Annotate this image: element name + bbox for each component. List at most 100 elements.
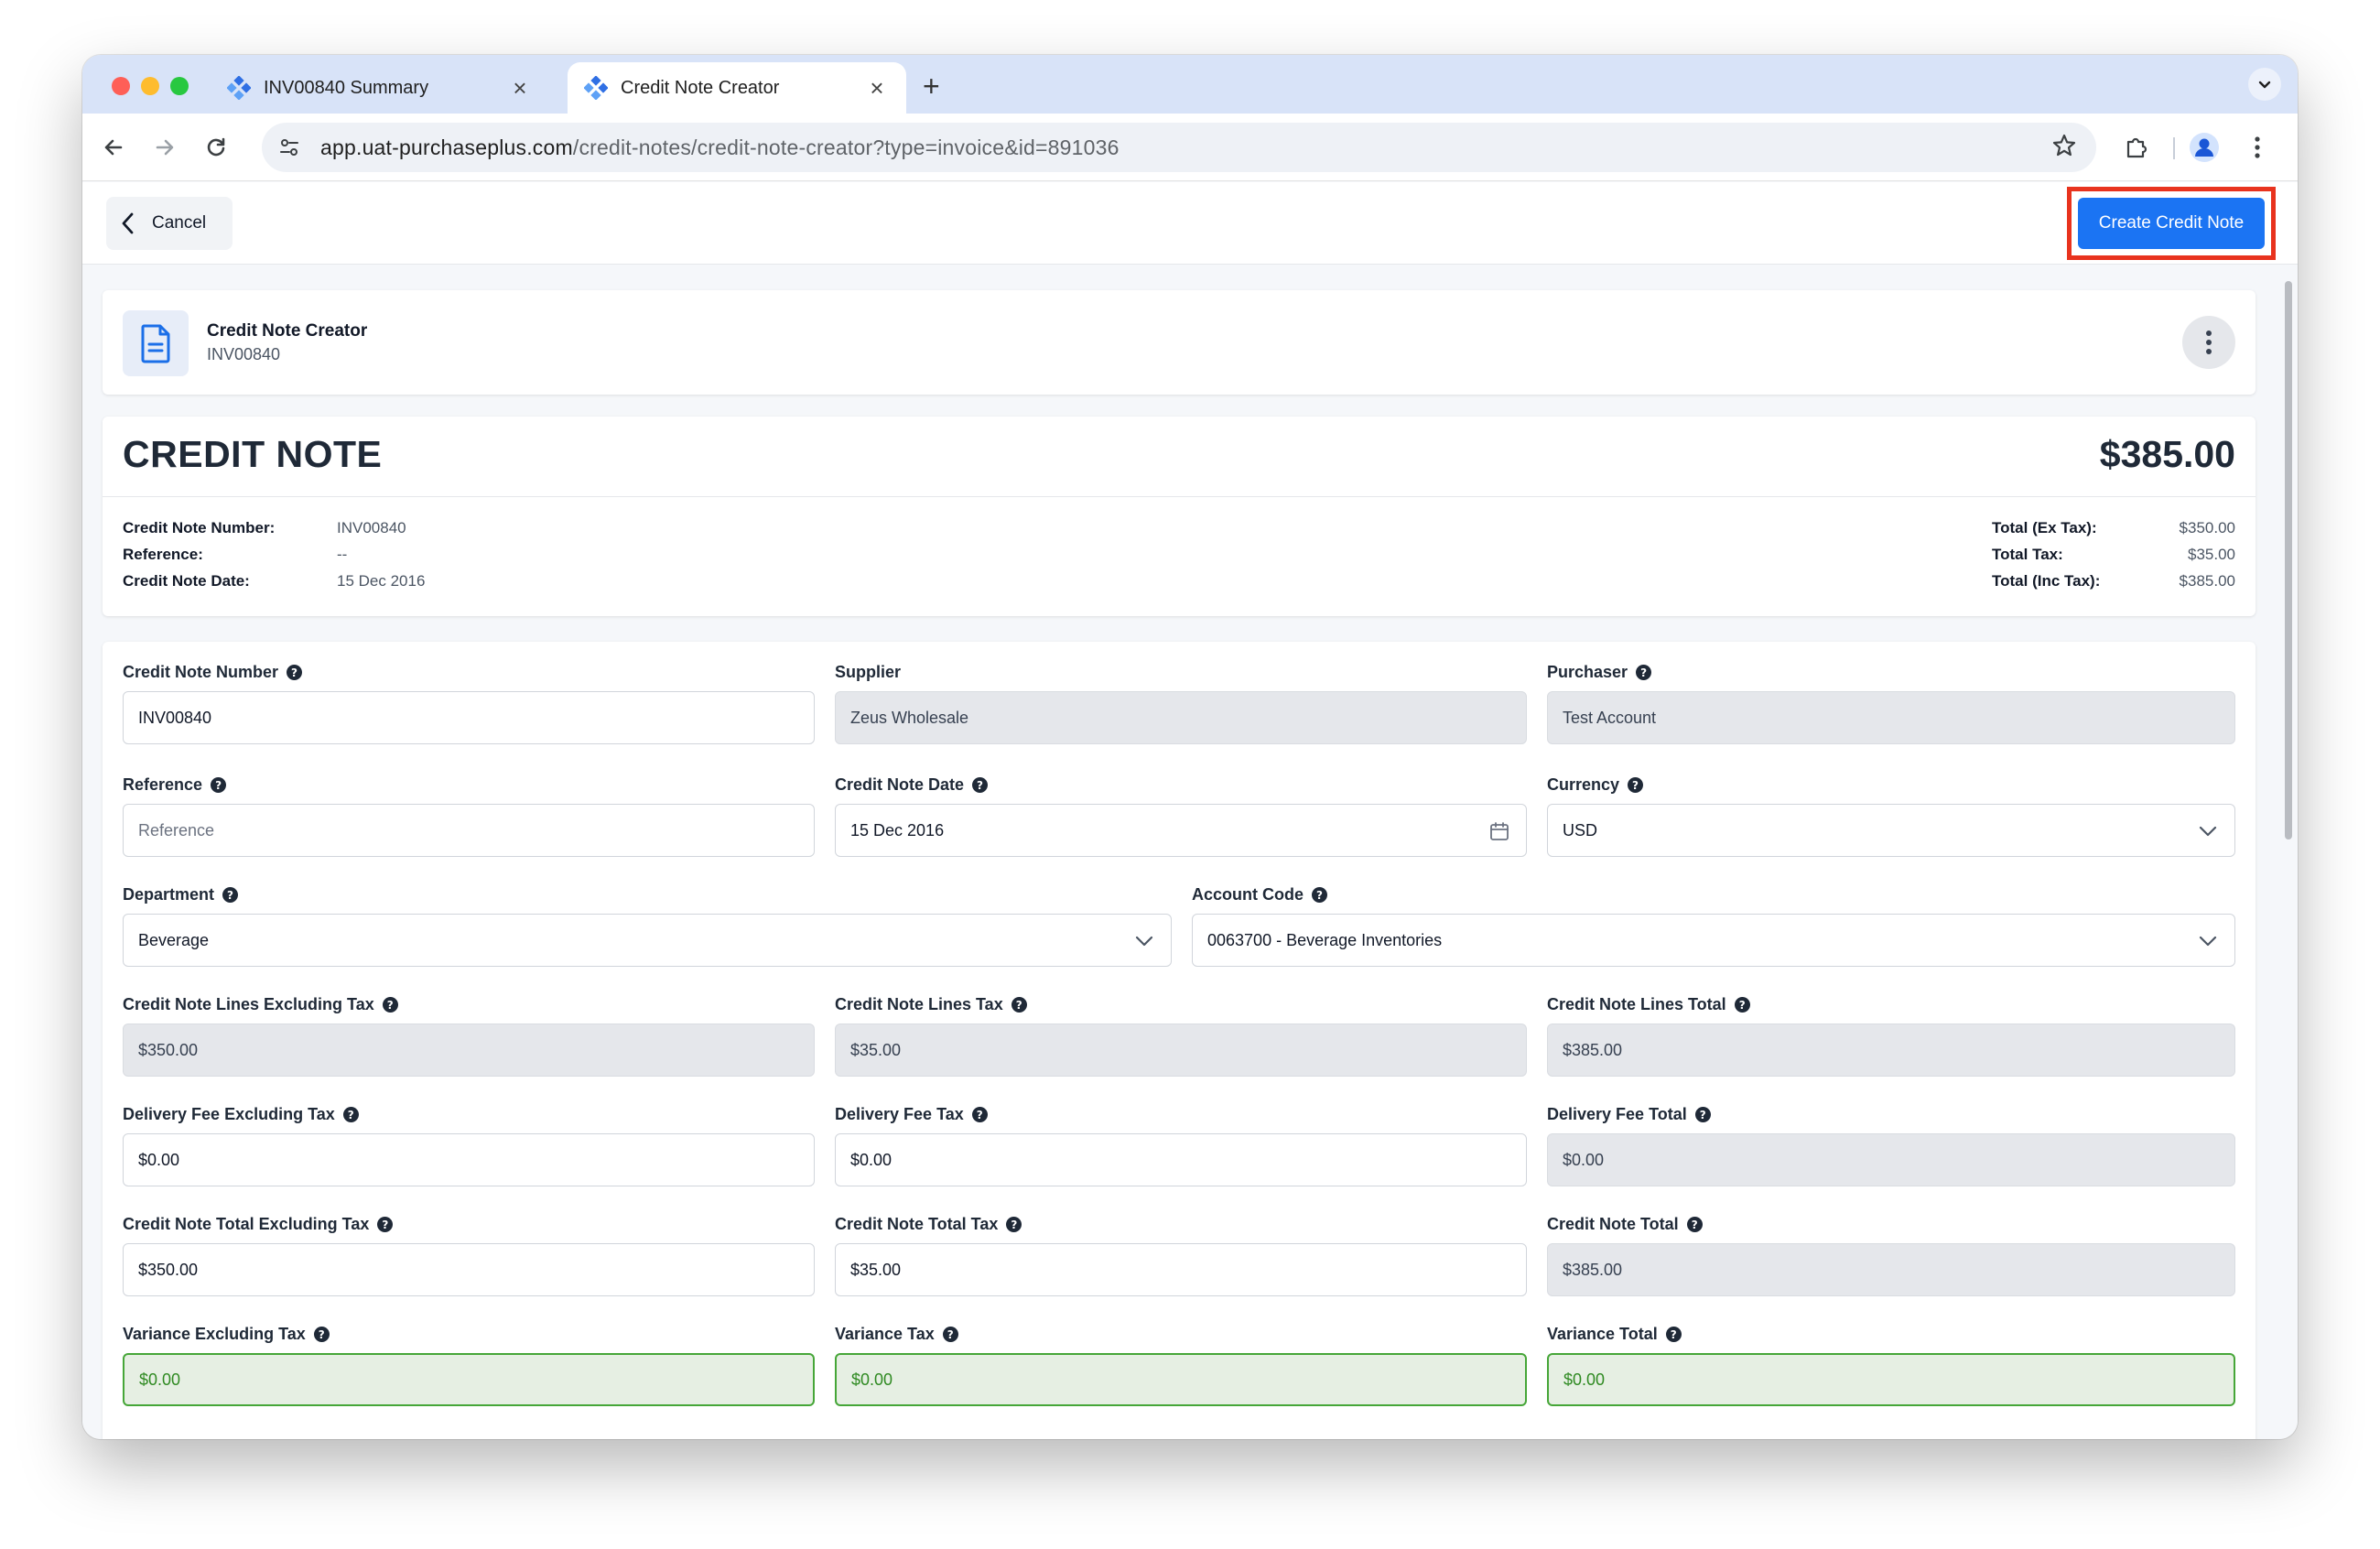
creator-header-card: Credit Note Creator INV00840 bbox=[103, 290, 2256, 395]
label-text: Credit Note Lines Tax bbox=[835, 995, 1003, 1013]
help-icon[interactable]: ? bbox=[1665, 1327, 1682, 1342]
meta-label-reference: Reference: bbox=[123, 546, 203, 563]
chevron-down-icon bbox=[1134, 931, 1154, 951]
total-tax-input[interactable]: $35.00 bbox=[835, 1243, 1527, 1296]
close-window-button[interactable] bbox=[112, 77, 130, 95]
variance-total-field: $0.00 bbox=[1547, 1353, 2235, 1406]
toolbar-divider bbox=[2173, 137, 2175, 159]
help-icon[interactable]: ? bbox=[211, 777, 227, 793]
help-icon[interactable]: ? bbox=[313, 1327, 330, 1342]
help-icon[interactable]: ? bbox=[1636, 665, 1652, 680]
new-tab-button[interactable]: + bbox=[923, 68, 940, 104]
meta-value-date: 15 Dec 2016 bbox=[337, 572, 426, 590]
tab-strip: INV00840 Summary × Credit Note Creator ×… bbox=[82, 55, 2298, 114]
credit-note-date-input[interactable]: 15 Dec 2016 bbox=[835, 804, 1527, 857]
label-text: Credit Note Total Tax bbox=[835, 1215, 999, 1233]
account-code-value: 0063700 - Beverage Inventories bbox=[1207, 930, 1443, 949]
tab-close-icon[interactable]: × bbox=[864, 74, 890, 103]
label-text: Delivery Fee Excluding Tax bbox=[123, 1105, 335, 1123]
chevron-down-icon bbox=[2198, 821, 2218, 841]
extensions-icon[interactable] bbox=[2120, 131, 2153, 164]
meta-label-date: Credit Note Date: bbox=[123, 572, 250, 590]
browser-window: INV00840 Summary × Credit Note Creator ×… bbox=[82, 55, 2298, 1439]
total-tax-value: $35.00 bbox=[2188, 546, 2235, 563]
reference-input[interactable]: Reference bbox=[123, 804, 815, 857]
help-icon[interactable]: ? bbox=[1011, 997, 1027, 1013]
account-code-select[interactable]: 0063700 - Beverage Inventories bbox=[1192, 914, 2235, 967]
cancel-button[interactable]: Cancel bbox=[106, 197, 233, 250]
department-select[interactable]: Beverage bbox=[123, 914, 1172, 967]
total-inc-tax-value: $385.00 bbox=[2179, 572, 2235, 590]
site-settings-icon[interactable] bbox=[269, 127, 309, 168]
help-icon[interactable]: ? bbox=[342, 1107, 359, 1122]
total-ex-tax-input[interactable]: $350.00 bbox=[123, 1243, 815, 1296]
tab-close-icon[interactable]: × bbox=[507, 74, 533, 103]
summary-total-amount: $385.00 bbox=[2099, 433, 2235, 475]
supplier-field: Zeus Wholesale bbox=[835, 691, 1527, 744]
help-icon[interactable]: ? bbox=[1686, 1217, 1703, 1232]
department-label: Department? bbox=[123, 885, 239, 904]
back-button[interactable] bbox=[97, 131, 130, 164]
maximize-window-button[interactable] bbox=[170, 77, 189, 95]
total-ex-tax-label: Credit Note Total Excluding Tax? bbox=[123, 1215, 394, 1234]
forward-button[interactable] bbox=[148, 131, 181, 164]
delivery-ex-tax-input[interactable]: $0.00 bbox=[123, 1133, 815, 1186]
chevron-left-icon bbox=[121, 211, 135, 235]
delivery-tax-input[interactable]: $0.00 bbox=[835, 1133, 1527, 1186]
help-icon[interactable]: ? bbox=[1628, 777, 1644, 793]
variance-ex-tax-field: $0.00 bbox=[123, 1353, 815, 1406]
help-icon[interactable]: ? bbox=[222, 887, 239, 903]
credit-note-total-label: Credit Note Total? bbox=[1547, 1215, 1703, 1234]
tab-inv-summary[interactable]: INV00840 Summary × bbox=[211, 62, 549, 114]
reload-button[interactable] bbox=[200, 131, 233, 164]
profile-icon[interactable] bbox=[2188, 131, 2221, 164]
help-icon[interactable]: ? bbox=[1312, 887, 1328, 903]
label-text: Credit Note Total bbox=[1547, 1215, 1679, 1233]
label-text: Credit Note Total Excluding Tax bbox=[123, 1215, 370, 1233]
help-icon[interactable]: ? bbox=[1694, 1107, 1711, 1122]
label-text: Delivery Fee Total bbox=[1547, 1105, 1687, 1123]
department-value: Beverage bbox=[138, 930, 210, 949]
label-text: Account Code bbox=[1192, 885, 1304, 904]
create-credit-note-button[interactable]: Create Credit Note bbox=[2078, 198, 2265, 249]
currency-label: Currency? bbox=[1547, 775, 1644, 795]
forward-icon bbox=[156, 139, 174, 156]
chevron-down-icon bbox=[2198, 931, 2218, 951]
help-icon[interactable]: ? bbox=[972, 777, 989, 793]
label-text: Delivery Fee Tax bbox=[835, 1105, 964, 1123]
help-icon[interactable]: ? bbox=[382, 997, 398, 1013]
bookmark-star-icon[interactable] bbox=[2050, 132, 2078, 164]
help-icon[interactable]: ? bbox=[377, 1217, 394, 1232]
credit-note-number-input[interactable]: INV00840 bbox=[123, 691, 815, 744]
help-icon[interactable]: ? bbox=[1006, 1217, 1022, 1232]
credit-note-total-field: $385.00 bbox=[1547, 1243, 2235, 1296]
reload-icon bbox=[207, 137, 225, 157]
total-ex-tax-label: Total (Ex Tax): bbox=[1992, 519, 2097, 536]
meta-value-reference: -- bbox=[337, 546, 348, 563]
more-options-button[interactable] bbox=[2182, 316, 2235, 369]
tab-search-button[interactable] bbox=[2248, 68, 2281, 101]
menu-kebab-icon[interactable] bbox=[2241, 131, 2274, 164]
app-favicon-icon bbox=[227, 76, 251, 100]
minimize-window-button[interactable] bbox=[141, 77, 159, 95]
lines-ex-tax-label: Credit Note Lines Excluding Tax? bbox=[123, 995, 398, 1014]
cancel-label: Cancel bbox=[152, 213, 207, 233]
total-tax-label: Total Tax: bbox=[1992, 546, 2063, 563]
delivery-total-field: $0.00 bbox=[1547, 1133, 2235, 1186]
credit-note-number-label: Credit Note Number? bbox=[123, 663, 303, 682]
action-bar: Cancel Create Credit Note bbox=[82, 182, 2298, 265]
scrollbar-thumb[interactable] bbox=[2285, 281, 2292, 839]
help-icon[interactable]: ? bbox=[942, 1327, 958, 1342]
tab-title: INV00840 Summary bbox=[264, 77, 429, 98]
variance-tax-field: $0.00 bbox=[835, 1353, 1527, 1406]
currency-select[interactable]: USD bbox=[1547, 804, 2235, 857]
tab-credit-note-creator[interactable]: Credit Note Creator × bbox=[568, 62, 906, 114]
calendar-icon[interactable] bbox=[1489, 821, 1509, 841]
creator-subtitle: INV00840 bbox=[207, 345, 281, 363]
address-bar[interactable]: app.uat-purchaseplus.com/credit-notes/cr… bbox=[262, 123, 2096, 172]
help-icon[interactable]: ? bbox=[287, 665, 303, 680]
credit-note-form: Credit Note Number? INV00840 Supplier Ze… bbox=[103, 642, 2256, 1439]
purchaser-label: Purchaser? bbox=[1547, 663, 1652, 682]
help-icon[interactable]: ? bbox=[1734, 997, 1750, 1013]
help-icon[interactable]: ? bbox=[971, 1107, 988, 1122]
